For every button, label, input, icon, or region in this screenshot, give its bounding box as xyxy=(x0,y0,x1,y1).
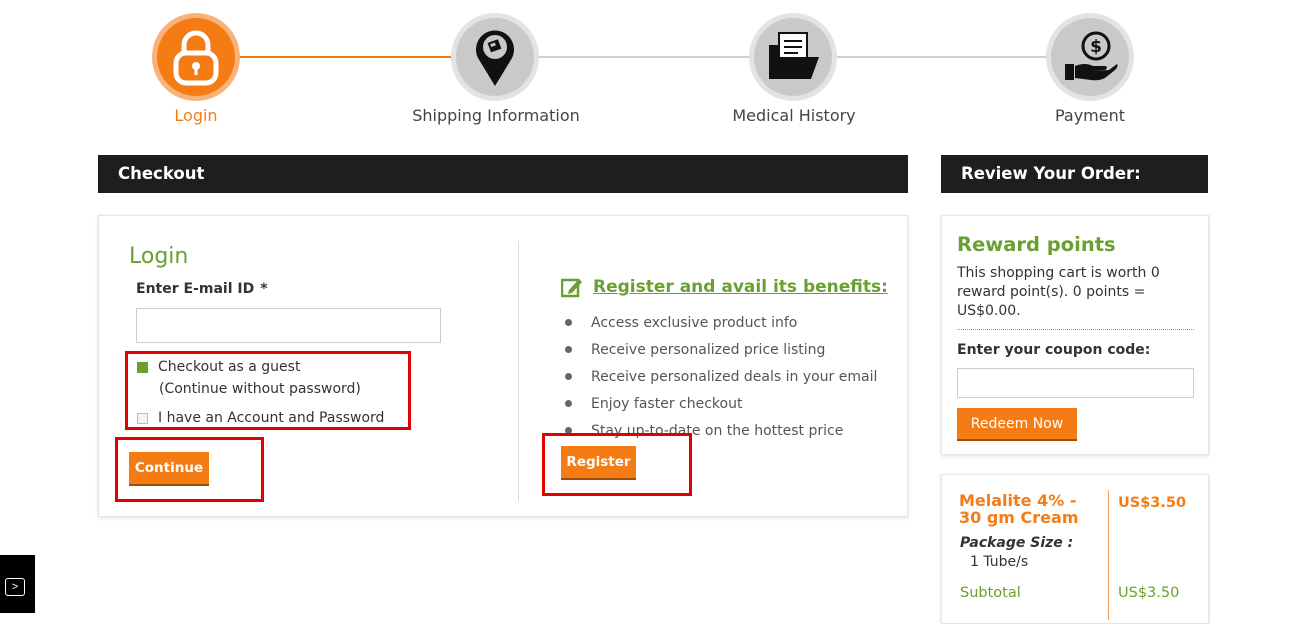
review-header-bar: Review Your Order: xyxy=(941,155,1208,193)
side-panel-toggle[interactable]: > xyxy=(0,555,35,613)
reward-card: Reward points This shopping cart is wort… xyxy=(941,215,1209,455)
checkout-header-bar: Checkout xyxy=(98,155,908,193)
step-shipping[interactable] xyxy=(451,13,539,101)
expand-icon[interactable]: > xyxy=(5,578,25,596)
benefits-list: Access exclusive product info Receive pe… xyxy=(565,313,877,448)
product-price: US$3.50 xyxy=(1118,495,1187,511)
reward-divider xyxy=(957,329,1194,330)
login-title: Login xyxy=(129,244,189,269)
benefit-item: Receive personalized deals in your email xyxy=(565,367,877,394)
folder-documents-icon xyxy=(769,32,819,79)
price-separator xyxy=(1108,490,1109,620)
benefit-item: Enjoy faster checkout xyxy=(565,394,877,421)
svg-text:$: $ xyxy=(1090,37,1102,57)
register-title[interactable]: Register and avail its benefits: xyxy=(593,277,888,297)
edit-icon xyxy=(561,278,582,298)
hand-coin-icon: $ xyxy=(1065,31,1118,81)
step-medical-history[interactable] xyxy=(749,13,837,101)
highlight-register xyxy=(542,433,692,496)
column-divider xyxy=(518,241,519,501)
benefit-item: Access exclusive product info xyxy=(565,313,877,340)
redeem-button[interactable]: Redeem Now xyxy=(957,408,1077,441)
highlight-options xyxy=(125,351,411,430)
email-input[interactable] xyxy=(136,308,441,343)
checkout-steps: Login Shipping Information Medical Histo… xyxy=(0,0,1305,140)
step-login[interactable] xyxy=(152,13,240,101)
email-label-text: Enter E-mail ID xyxy=(136,281,255,297)
subtotal-label: Subtotal xyxy=(960,585,1021,601)
coupon-label: Enter your coupon code: xyxy=(957,342,1151,358)
subtotal-value: US$3.50 xyxy=(1118,585,1180,601)
step-payment[interactable]: $ xyxy=(1046,13,1134,101)
map-pin-icon xyxy=(476,30,514,86)
step-label-medical-history: Medical History xyxy=(732,106,856,125)
order-item-card: Melalite 4% - 30 gm Cream US$3.50 Packag… xyxy=(941,474,1209,624)
product-name[interactable]: Melalite 4% - 30 gm Cream xyxy=(959,492,1099,526)
package-size-label: Package Size : xyxy=(960,535,1074,551)
email-label: Enter E-mail ID * xyxy=(136,281,268,297)
register-heading[interactable]: Register and avail its benefits: xyxy=(561,276,888,298)
required-mark: * xyxy=(260,281,268,297)
step-label-login: Login xyxy=(174,106,218,125)
reward-text: This shopping cart is worth 0 reward poi… xyxy=(957,265,1160,319)
benefit-item: Receive personalized price listing xyxy=(565,340,877,367)
step-connector-active xyxy=(196,56,494,58)
coupon-input[interactable] xyxy=(957,368,1194,398)
lock-icon xyxy=(173,30,219,86)
step-label-payment: Payment xyxy=(1054,106,1126,125)
highlight-continue xyxy=(115,437,264,502)
package-size-value: 1 Tube/s xyxy=(970,554,1029,570)
step-label-shipping: Shipping Information xyxy=(412,106,580,125)
reward-title: Reward points xyxy=(957,233,1116,256)
